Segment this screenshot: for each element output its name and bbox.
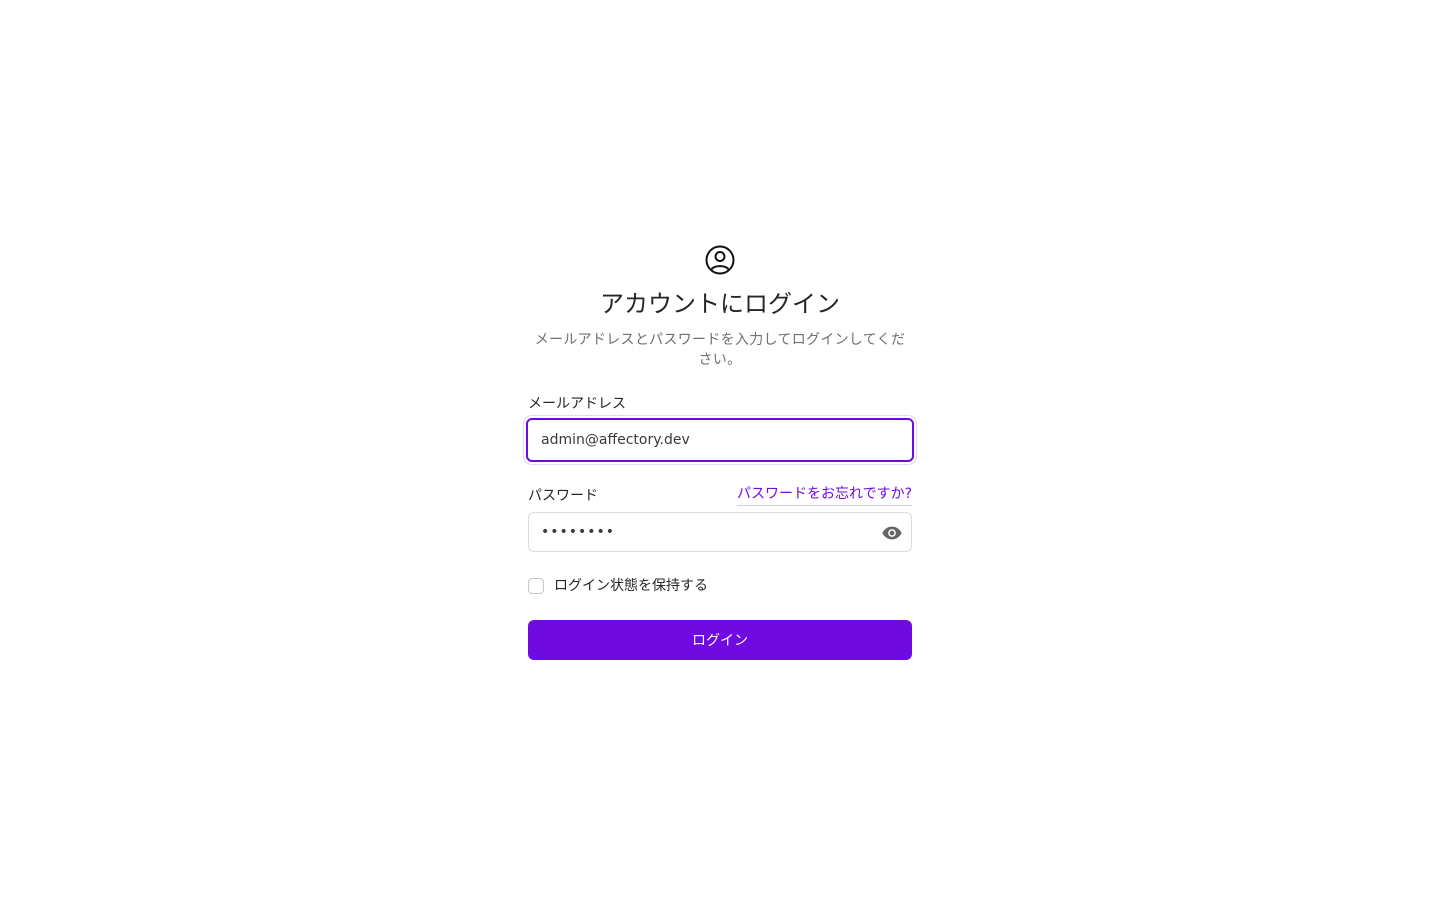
password-field-group: パスワード パスワードをお忘れですか? — [528, 484, 912, 552]
email-input[interactable] — [528, 420, 912, 460]
email-field-group: メールアドレス — [526, 394, 914, 462]
login-header: アカウントにログイン メールアドレスとパスワードを入力してログインしてください。 — [528, 244, 912, 370]
forgot-password-link[interactable]: パスワードをお忘れですか? — [736, 484, 912, 506]
user-circle-icon — [705, 245, 735, 275]
login-page: アカウントにログイン メールアドレスとパスワードを入力してログインしてください。… — [0, 0, 1440, 900]
password-label: パスワード — [528, 488, 598, 504]
password-label-row: パスワード パスワードをお忘れですか? — [528, 484, 912, 506]
password-input[interactable] — [529, 513, 911, 551]
page-title: アカウントにログイン — [600, 290, 840, 318]
login-card: アカウントにログイン メールアドレスとパスワードを入力してログインしてください。… — [526, 244, 914, 660]
eye-icon[interactable] — [881, 522, 903, 544]
page-subtitle: メールアドレスとパスワードを入力してログインしてください。 — [534, 332, 906, 368]
email-input-wrapper — [526, 418, 914, 462]
remember-me-row: ログイン状態を保持する — [528, 576, 912, 596]
password-input-wrapper — [528, 512, 912, 552]
remember-me-label[interactable]: ログイン状態を保持する — [554, 576, 708, 596]
email-label: メールアドレス — [528, 396, 626, 412]
remember-me-checkbox[interactable] — [528, 578, 544, 594]
login-button[interactable]: ログイン — [528, 620, 912, 660]
